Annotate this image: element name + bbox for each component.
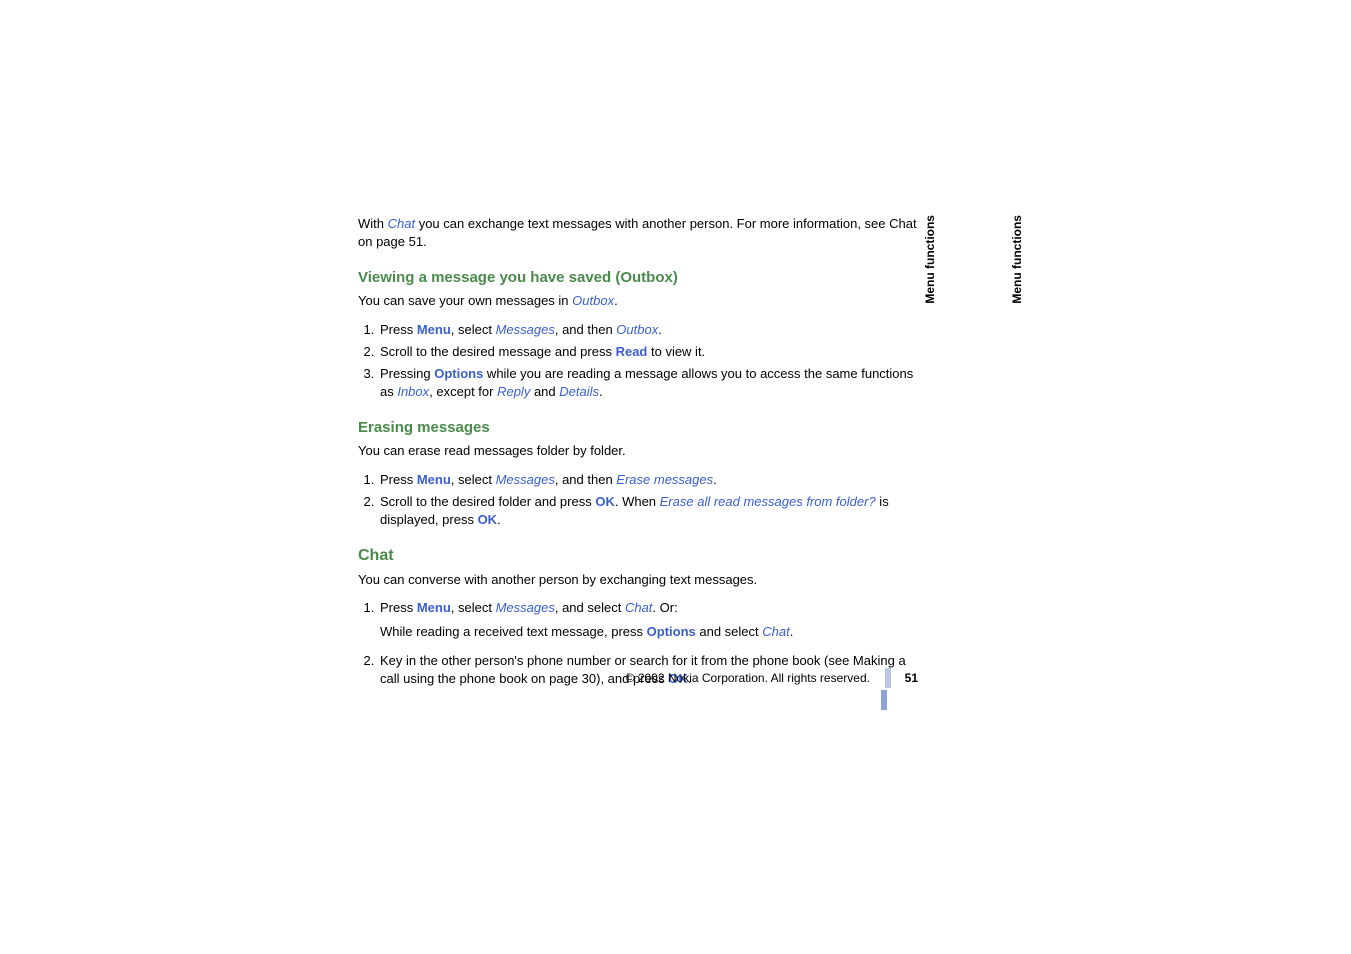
reply-link: Reply xyxy=(497,384,530,399)
intro-prefix: With xyxy=(358,216,388,231)
intro-paragraph: With Chat you can exchange text messages… xyxy=(358,215,918,251)
page-number: 51 xyxy=(905,671,918,685)
erase-list: Press Menu, select Messages, and then Er… xyxy=(358,471,918,530)
list-item: Press Menu, select Messages, and select … xyxy=(378,599,918,641)
ok-button-text: OK xyxy=(595,494,615,509)
footer-bar-lower-icon xyxy=(881,690,887,710)
outbox-link: Outbox xyxy=(572,293,614,308)
list-item: Press Menu, select Messages, and then Er… xyxy=(378,471,918,489)
list-item: Scroll to the desired folder and press O… xyxy=(378,493,918,529)
heading-outbox: Viewing a message you have saved (Outbox… xyxy=(358,269,918,286)
options-button-text: Options xyxy=(647,624,696,639)
inbox-link: Inbox xyxy=(397,384,429,399)
heading-chat: Chat xyxy=(358,547,918,565)
ok-button-text: OK xyxy=(478,512,498,527)
outbox-link: Outbox xyxy=(616,322,658,337)
chat-sub: While reading a received text message, p… xyxy=(380,623,918,641)
document-body: With Chat you can exchange text messages… xyxy=(358,215,918,692)
erase-prompt-text: Erase all read messages from folder? xyxy=(660,494,876,509)
outbox-lead: You can save your own messages in Outbox… xyxy=(358,292,918,310)
list-item: Scroll to the desired message and press … xyxy=(378,343,918,361)
messages-link: Messages xyxy=(496,600,555,615)
read-button-text: Read xyxy=(616,344,648,359)
chat-link: Chat xyxy=(762,624,789,639)
heading-erasing: Erasing messages xyxy=(358,419,918,436)
page-footer: © 2002 Nokia Corporation. All rights res… xyxy=(358,668,918,688)
list-item: Press Menu, select Messages, and then Ou… xyxy=(378,321,918,339)
messages-link: Messages xyxy=(496,472,555,487)
side-label-inner: Menu functions xyxy=(923,215,937,304)
chat-link: Chat xyxy=(388,216,415,231)
footer-bar-icon xyxy=(885,668,891,688)
erase-messages-link: Erase messages xyxy=(616,472,713,487)
outbox-list: Press Menu, select Messages, and then Ou… xyxy=(358,321,918,402)
side-label-outer: Menu functions xyxy=(1010,215,1024,304)
chat-link: Chat xyxy=(625,600,652,615)
details-link: Details xyxy=(559,384,599,399)
menu-button-text: Menu xyxy=(417,472,451,487)
menu-button-text: Menu xyxy=(417,600,451,615)
options-button-text: Options xyxy=(434,366,483,381)
list-item: Pressing Options while you are reading a… xyxy=(378,365,918,401)
chat-lead: You can converse with another person by … xyxy=(358,571,918,589)
copyright-text: © 2002 Nokia Corporation. All rights res… xyxy=(626,671,870,685)
menu-button-text: Menu xyxy=(417,322,451,337)
erase-lead: You can erase read messages folder by fo… xyxy=(358,442,918,460)
messages-link: Messages xyxy=(496,322,555,337)
intro-rest: you can exchange text messages with anot… xyxy=(358,216,917,249)
